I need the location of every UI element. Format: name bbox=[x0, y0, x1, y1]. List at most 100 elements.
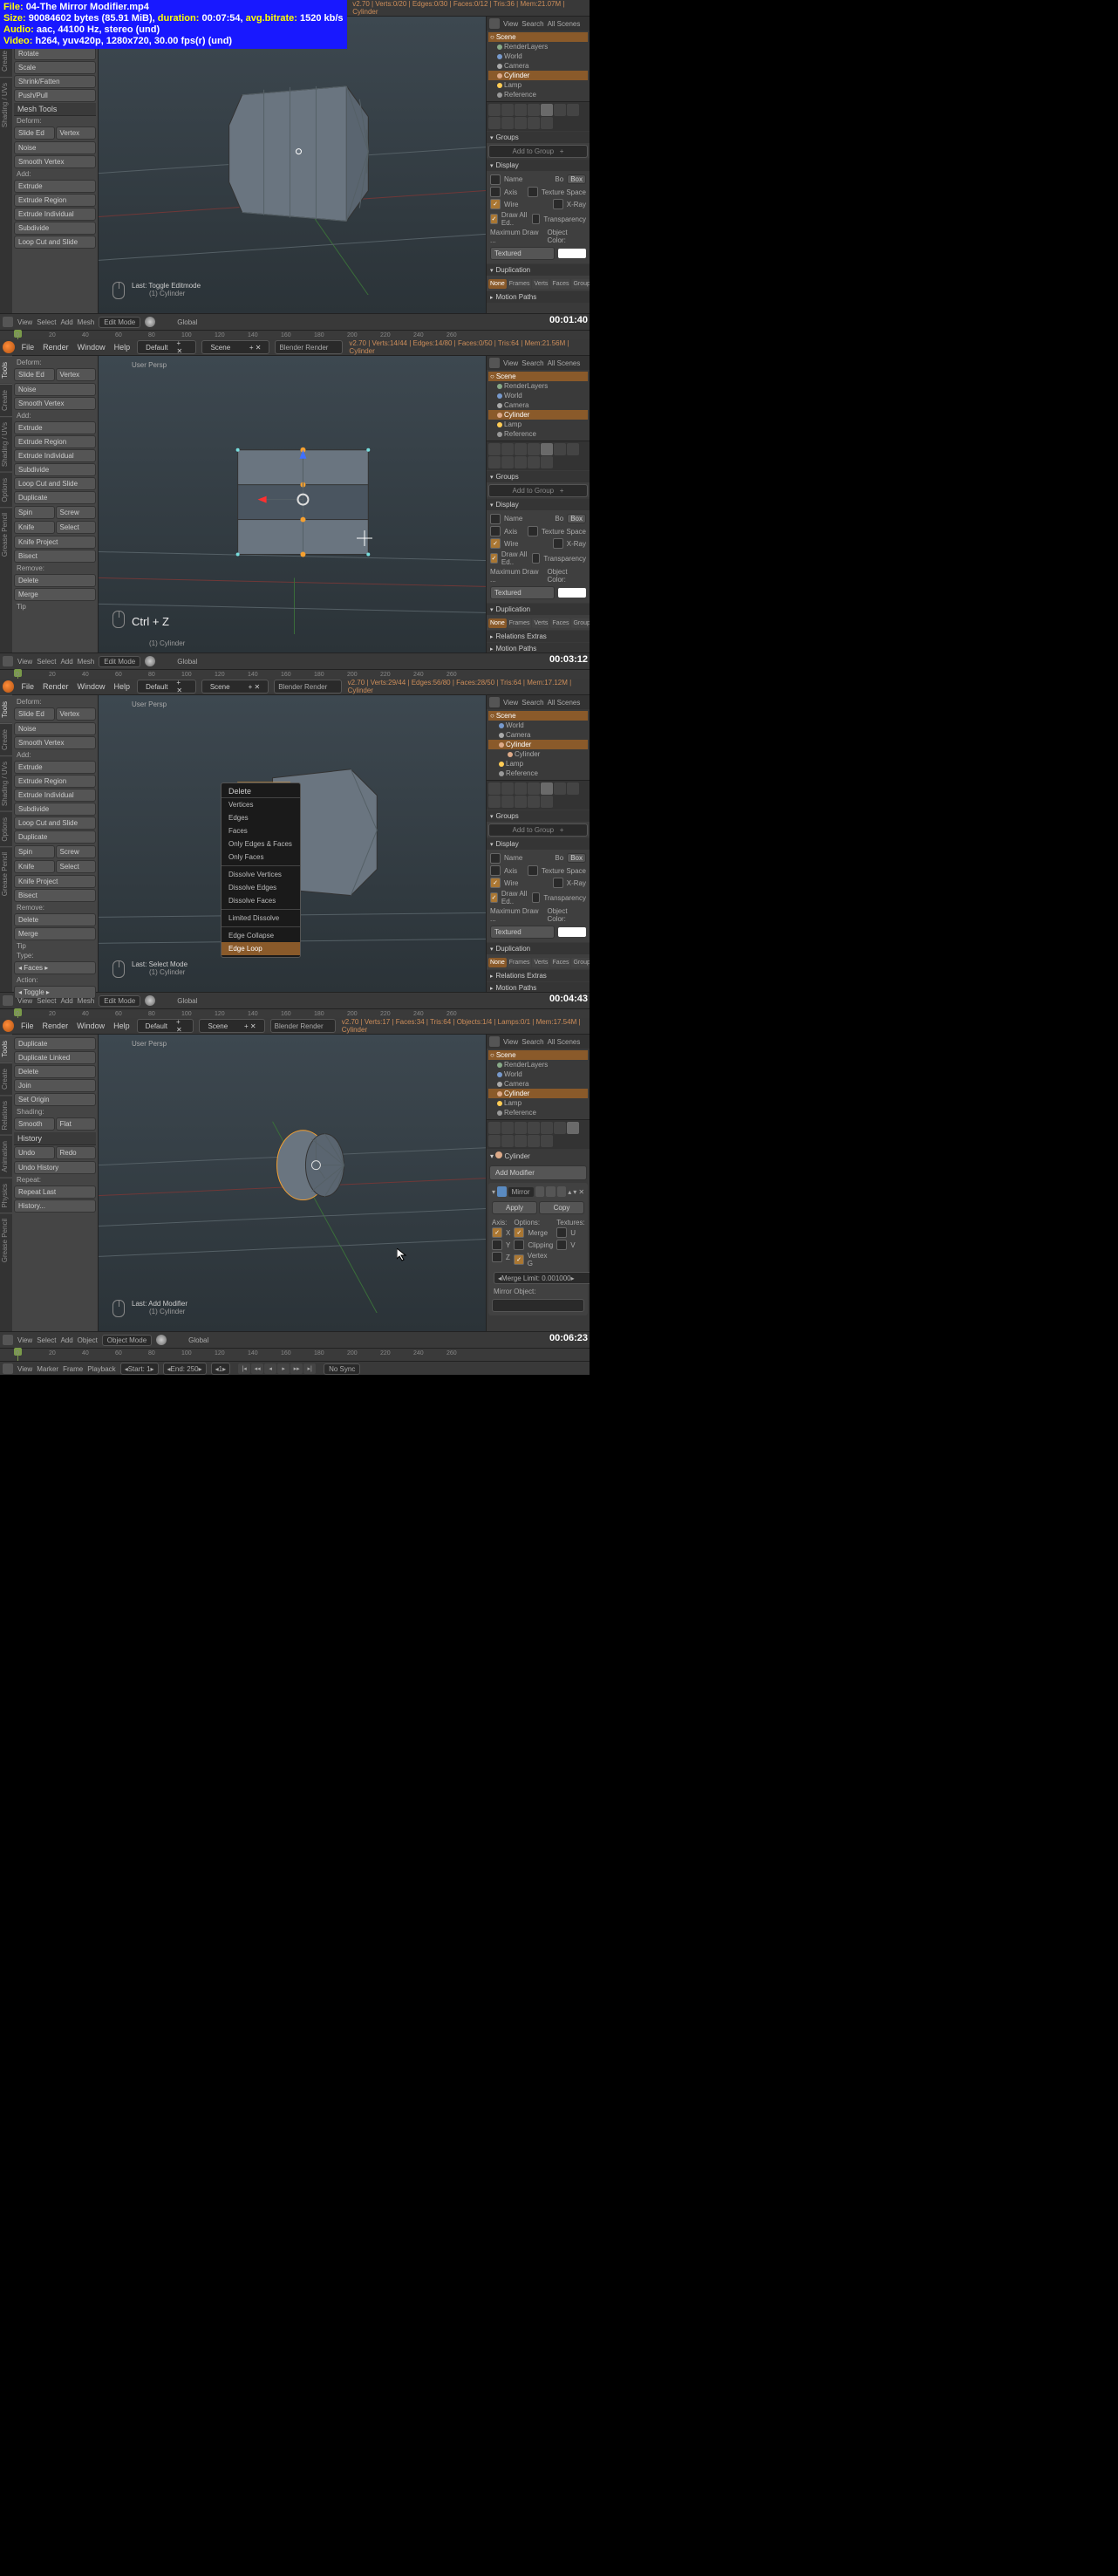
tab-options[interactable]: Options bbox=[0, 472, 12, 508]
outliner-renderlayers[interactable]: RenderLayers bbox=[488, 381, 588, 391]
cb-drawall[interactable]: ✓ bbox=[490, 214, 498, 224]
btn-loopcut[interactable]: Loop Cut and Slide bbox=[14, 477, 96, 490]
outliner-reference[interactable]: Reference bbox=[488, 429, 588, 439]
engine-selector[interactable]: Blender Render bbox=[275, 340, 343, 354]
merge-limit-field[interactable]: ◂ Merge Limit: 0.001000 ▸ bbox=[494, 1272, 590, 1284]
outliner-lamp[interactable]: Lamp bbox=[488, 420, 588, 429]
ctx-only-f[interactable]: Only Faces bbox=[222, 851, 300, 864]
outliner-world[interactable]: World bbox=[488, 391, 588, 400]
ptab-scene[interactable] bbox=[515, 104, 527, 116]
scene-selector[interactable]: Scene+ ✕ bbox=[201, 340, 269, 354]
mode-selector[interactable]: Object Mode bbox=[102, 1335, 152, 1346]
outliner-world[interactable]: World bbox=[488, 51, 588, 61]
cb-name[interactable] bbox=[490, 174, 501, 185]
menu-render[interactable]: Render bbox=[38, 343, 73, 352]
btn-apply-modifier[interactable]: Apply bbox=[492, 1201, 537, 1214]
tab-shading[interactable]: Shading / UVs bbox=[0, 77, 12, 133]
mod-edit-toggle[interactable] bbox=[557, 1186, 567, 1197]
ctx-limited-dissolve[interactable]: Limited Dissolve bbox=[222, 912, 300, 925]
ptab-world[interactable] bbox=[528, 104, 540, 116]
outliner-camera[interactable]: Camera bbox=[488, 61, 588, 71]
outliner-tree[interactable]: ○ Scene RenderLayers World Camera Cylind… bbox=[487, 31, 590, 101]
panel-meshtools[interactable]: Mesh Tools bbox=[14, 103, 96, 116]
mod-render-toggle[interactable] bbox=[535, 1186, 545, 1197]
tab-shading[interactable]: Shading / UVs bbox=[0, 416, 12, 472]
btn-noise[interactable]: Noise bbox=[14, 383, 96, 396]
cb-merge[interactable]: ✓ bbox=[514, 1227, 524, 1238]
outliner-cylinder[interactable]: Cylinder bbox=[488, 410, 588, 420]
mod-view-toggle[interactable] bbox=[546, 1186, 556, 1197]
ptab-data[interactable] bbox=[488, 117, 501, 129]
ptab-physics[interactable] bbox=[541, 117, 553, 129]
btn-undo-history[interactable]: Undo History bbox=[14, 1161, 96, 1174]
tab-gp[interactable]: Grease Pencil bbox=[0, 507, 12, 562]
tab-create[interactable]: Create bbox=[0, 384, 12, 416]
ctx-edge-collapse[interactable]: Edge Collapse bbox=[222, 929, 300, 942]
cb-wire[interactable]: ✓ bbox=[490, 199, 501, 209]
btn-undo[interactable]: Undo bbox=[14, 1146, 55, 1159]
btn-scale[interactable]: Scale bbox=[14, 61, 96, 74]
btn-spin[interactable]: Spin bbox=[14, 506, 55, 519]
outliner-view[interactable]: View bbox=[503, 359, 518, 367]
outliner-reference[interactable]: Reference bbox=[488, 90, 588, 99]
btn-select[interactable]: Select bbox=[56, 521, 97, 534]
btn-loopcut[interactable]: Loop Cut and Slide bbox=[14, 236, 96, 249]
ctx-only-ef[interactable]: Only Edges & Faces bbox=[222, 837, 300, 851]
btn-repeat-last[interactable]: Repeat Last bbox=[14, 1186, 96, 1199]
sel-drawtype[interactable]: Textured bbox=[490, 247, 555, 260]
dup-faces[interactable]: Faces bbox=[550, 279, 570, 289]
ctx-edge-loop[interactable]: Edge Loop bbox=[222, 942, 300, 955]
mod-delete[interactable]: ✕ bbox=[578, 1188, 584, 1196]
btn-noise[interactable]: Noise bbox=[14, 141, 96, 154]
outliner-cylinder[interactable]: Cylinder bbox=[488, 71, 588, 80]
btn-copy-modifier[interactable]: Copy bbox=[539, 1201, 584, 1214]
btn-smooth-vertex[interactable]: Smooth Vertex bbox=[14, 155, 96, 168]
modifier-name-field[interactable]: Mirror bbox=[508, 1187, 534, 1197]
cb-clipping[interactable] bbox=[514, 1240, 524, 1250]
cb-axis-x[interactable]: ✓ bbox=[492, 1227, 502, 1238]
3d-viewport[interactable]: User Persp Ctrl + Z (1) Cylinder bbox=[99, 356, 486, 653]
btn-delete[interactable]: Delete bbox=[14, 1065, 96, 1078]
dup-group[interactable]: Group bbox=[571, 279, 590, 289]
btn-duplicate[interactable]: Duplicate bbox=[14, 491, 96, 504]
ptab-texture[interactable] bbox=[515, 117, 527, 129]
btn-history[interactable]: History... bbox=[14, 1199, 96, 1213]
outliner-renderlayers[interactable]: RenderLayers bbox=[488, 42, 588, 51]
ptab-particle[interactable] bbox=[528, 117, 540, 129]
dup-none[interactable]: None bbox=[488, 279, 507, 289]
outliner-icon[interactable] bbox=[489, 358, 500, 368]
dup-frames[interactable]: Frames bbox=[508, 279, 532, 289]
btn-knife[interactable]: Knife bbox=[14, 521, 55, 534]
prop-duplication[interactable]: Duplication bbox=[487, 264, 590, 276]
cb-tex-u[interactable] bbox=[556, 1227, 567, 1238]
btn-duplicate[interactable]: Duplicate bbox=[14, 1037, 96, 1050]
vph-select[interactable]: Select bbox=[37, 318, 56, 326]
prop-groups[interactable]: Groups bbox=[487, 132, 590, 143]
cb-axis[interactable] bbox=[490, 187, 501, 197]
btn-merge[interactable]: Merge bbox=[14, 588, 96, 601]
btn-screw[interactable]: Screw bbox=[56, 506, 97, 519]
btn-smooth[interactable]: Smooth bbox=[14, 1117, 55, 1131]
orientation[interactable]: Global bbox=[177, 318, 197, 326]
outliner-search[interactable]: Search bbox=[522, 20, 543, 28]
prop-display[interactable]: Display bbox=[487, 160, 590, 171]
btn-extrude[interactable]: Extrude bbox=[14, 180, 96, 193]
outliner-filter[interactable]: All Scenes bbox=[548, 359, 581, 367]
shading-icon[interactable] bbox=[145, 317, 155, 327]
outliner-filter[interactable]: All Scenes bbox=[548, 20, 581, 28]
cb-axis-z[interactable] bbox=[492, 1252, 502, 1262]
btn-add-to-group[interactable]: Add to Group + bbox=[488, 484, 588, 497]
3d-viewport[interactable]: User Persp Last: Toggle Editmode(1) Cyli… bbox=[99, 17, 486, 313]
btn-extrude-region[interactable]: Extrude Region bbox=[14, 194, 96, 207]
cb-tex-v[interactable] bbox=[556, 1240, 567, 1250]
layout-selector[interactable]: Default+ ✕ bbox=[137, 340, 196, 354]
ctx-vertices[interactable]: Vertices bbox=[222, 798, 300, 811]
outliner-camera[interactable]: Camera bbox=[488, 400, 588, 410]
btn-duplicate-linked[interactable]: Duplicate Linked bbox=[14, 1051, 96, 1064]
panel-history[interactable]: History bbox=[14, 1132, 96, 1145]
btn-knife-project[interactable]: Knife Project bbox=[14, 536, 96, 549]
btn-smooth-vertex[interactable]: Smooth Vertex bbox=[14, 397, 96, 410]
btn-shrink[interactable]: Shrink/Fatten bbox=[14, 75, 96, 88]
btn-subdivide[interactable]: Subdivide bbox=[14, 222, 96, 235]
btn-flat[interactable]: Flat bbox=[56, 1117, 97, 1131]
